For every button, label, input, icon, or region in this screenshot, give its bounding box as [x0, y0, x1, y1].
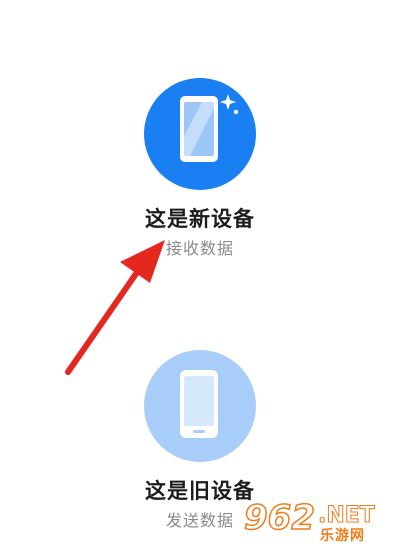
new-device-option[interactable]: 这是新设备 接收数据	[0, 78, 400, 260]
new-device-circle[interactable]	[144, 78, 256, 190]
device-select-screen: 这是新设备 接收数据 这是旧设备 发送数据 962 .NET 乐游网	[0, 0, 400, 550]
new-device-subtitle: 接收数据	[165, 239, 234, 258]
watermark-chinese: 乐游网	[320, 528, 365, 544]
site-watermark: 962 .NET 乐游网	[243, 498, 394, 546]
new-device-title: 这是新设备	[145, 207, 255, 231]
watermark-net: .NET	[318, 503, 376, 528]
old-device-title: 这是旧设备	[145, 479, 255, 503]
sparkle-icon	[220, 94, 239, 115]
old-phone-icon	[180, 370, 218, 438]
old-device-circle[interactable]	[144, 350, 256, 462]
new-phone-icon	[180, 94, 239, 162]
watermark-number: 962	[243, 498, 315, 538]
old-device-subtitle: 发送数据	[165, 511, 234, 530]
